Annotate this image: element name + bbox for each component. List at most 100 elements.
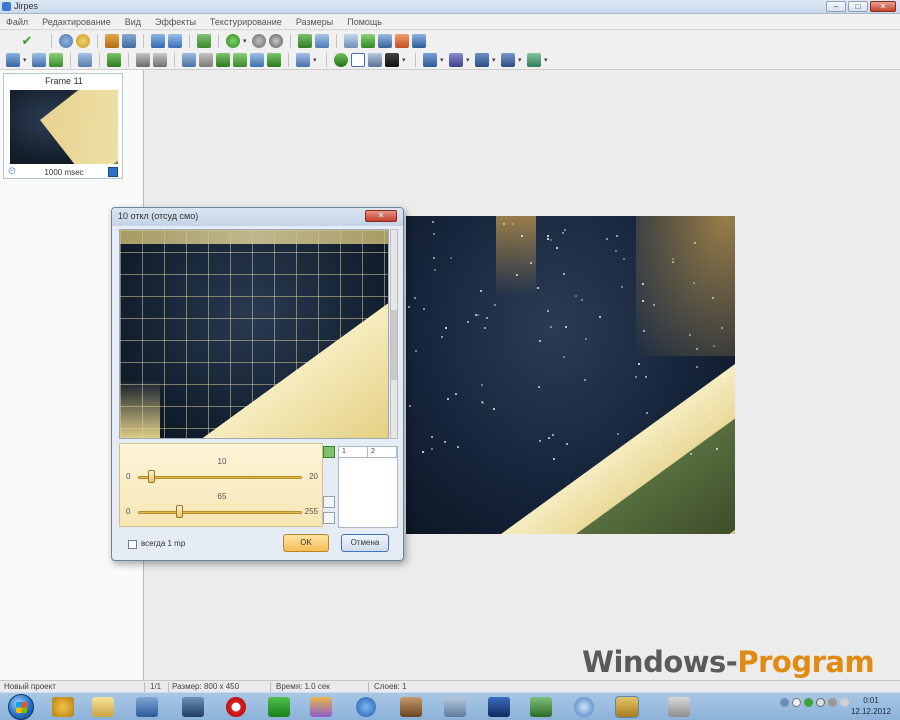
cancel-button[interactable]: Отмена: [341, 534, 389, 552]
slider-1-handle[interactable]: [148, 470, 156, 483]
stamp-dropdown-icon[interactable]: ▾: [402, 56, 408, 64]
cursor-icon[interactable]: [6, 52, 20, 67]
preset-tab-2[interactable]: 2: [368, 447, 397, 458]
menu-texturing[interactable]: Текстурирование: [208, 17, 284, 27]
view-dropdown-icon[interactable]: ▾: [313, 56, 319, 64]
paint-icon[interactable]: [310, 697, 332, 717]
tray-status-icon[interactable]: [804, 698, 813, 707]
dialog-close-button[interactable]: ✕: [365, 210, 397, 222]
main-image-preview[interactable]: [406, 216, 735, 534]
minimize-button[interactable]: –: [826, 1, 846, 12]
layer-icon[interactable]: [182, 52, 196, 67]
dialog-preview-image[interactable]: [119, 229, 389, 439]
blue-rect-icon[interactable]: [351, 52, 365, 67]
rect-icon[interactable]: [233, 52, 247, 67]
opera-icon[interactable]: [226, 697, 246, 717]
layout-icon[interactable]: [199, 52, 213, 67]
bucket-icon[interactable]: [368, 52, 382, 67]
photoshop-icon[interactable]: [488, 697, 510, 717]
effect-dropdown-icon[interactable]: ▾: [544, 56, 550, 64]
menu-help[interactable]: Помощь: [345, 17, 384, 27]
tray-network-icon[interactable]: [828, 698, 837, 707]
frame-panel-icon[interactable]: [267, 52, 281, 67]
palette-icon[interactable]: [395, 34, 409, 48]
color-icon[interactable]: [250, 52, 264, 67]
taskbar-app-icon[interactable]: [52, 697, 74, 717]
tray-arrow-icon[interactable]: [780, 698, 789, 707]
frame-thumbnail-card[interactable]: Frame 11 ⏲ 1000 msec: [3, 73, 123, 179]
tray-flag-icon[interactable]: [792, 698, 801, 707]
apply-checkbox[interactable]: [128, 540, 137, 549]
browser-icon[interactable]: [356, 697, 376, 717]
frame-icon[interactable]: [151, 34, 165, 48]
explorer-icon[interactable]: [92, 697, 114, 717]
effect-icon[interactable]: [527, 52, 541, 67]
scrollbar-thumb[interactable]: [391, 310, 397, 380]
stack-icon[interactable]: [168, 34, 182, 48]
network-icon[interactable]: [182, 697, 204, 717]
panel2-icon[interactable]: [449, 52, 463, 67]
slider-2-track[interactable]: [138, 511, 302, 514]
panel4-icon[interactable]: [501, 52, 515, 67]
play-icon[interactable]: [226, 34, 240, 48]
menu-view[interactable]: Вид: [123, 17, 143, 27]
tray-clock-icon[interactable]: [816, 698, 825, 707]
panel3-icon[interactable]: [475, 52, 489, 67]
close-button[interactable]: ✕: [870, 1, 896, 12]
panel2-dropdown-icon[interactable]: ▾: [466, 56, 472, 64]
preset-list-icon[interactable]: [323, 496, 335, 508]
play-dropdown-icon[interactable]: ▾: [243, 37, 249, 45]
layers-icon[interactable]: [412, 34, 426, 48]
gimp-icon[interactable]: [400, 697, 422, 717]
stamp-icon[interactable]: [385, 52, 399, 67]
brush-icon[interactable]: [344, 34, 358, 48]
menu-file[interactable]: Файл: [4, 17, 30, 27]
menu-sizes[interactable]: Размеры: [294, 17, 335, 27]
panel1-icon[interactable]: [423, 52, 437, 67]
preset-grid-icon[interactable]: [323, 512, 335, 524]
editor-icon[interactable]: [530, 697, 552, 717]
crop-icon[interactable]: [107, 52, 121, 67]
frame-properties-button[interactable]: [108, 167, 118, 177]
select-icon[interactable]: [315, 34, 329, 48]
ok-button[interactable]: OK: [283, 534, 329, 552]
rotate-icon[interactable]: [136, 52, 150, 67]
add-preset-icon[interactable]: [323, 446, 335, 458]
save-icon[interactable]: [32, 52, 46, 67]
grid-icon[interactable]: [378, 34, 392, 48]
apply-check-icon[interactable]: ✔: [20, 34, 34, 48]
panel3-dropdown-icon[interactable]: ▾: [492, 56, 498, 64]
green-shape-icon[interactable]: [334, 52, 348, 67]
image-icon[interactable]: [361, 34, 375, 48]
record-icon[interactable]: [252, 34, 266, 48]
green-app-icon[interactable]: [268, 697, 290, 717]
open-icon[interactable]: [59, 34, 73, 48]
align-icon[interactable]: [197, 34, 211, 48]
misc-app-icon[interactable]: [668, 697, 690, 717]
menu-edit[interactable]: Редактирование: [40, 17, 113, 27]
zoom-icon[interactable]: [298, 34, 312, 48]
stop-icon[interactable]: [269, 34, 283, 48]
paste-icon[interactable]: [122, 34, 136, 48]
view-icon[interactable]: [296, 52, 310, 67]
dialog-preview-scrollbar[interactable]: [390, 229, 398, 439]
slider-2-handle[interactable]: [176, 505, 183, 518]
arrow-icon[interactable]: [78, 52, 92, 67]
export-icon[interactable]: [49, 52, 63, 67]
start-button[interactable]: [8, 694, 34, 720]
taskbar-clock[interactable]: 0:01 12.12.2012: [846, 695, 896, 717]
media-icon[interactable]: [136, 697, 158, 717]
shape-icon[interactable]: [216, 52, 230, 67]
preset-tab-1[interactable]: 1: [339, 447, 368, 458]
panel1-dropdown-icon[interactable]: ▾: [440, 56, 446, 64]
slider-1-track[interactable]: [138, 476, 302, 479]
cursor-dropdown-icon[interactable]: ▾: [23, 56, 29, 64]
copy-icon[interactable]: [105, 34, 119, 48]
maximize-button[interactable]: □: [848, 1, 868, 12]
undo-icon[interactable]: [76, 34, 90, 48]
panel4-dropdown-icon[interactable]: ▾: [518, 56, 524, 64]
active-app-icon[interactable]: [615, 696, 639, 718]
menu-effects[interactable]: Эффекты: [153, 17, 198, 27]
firefox-icon[interactable]: [574, 697, 594, 717]
tool-icon[interactable]: [444, 697, 466, 717]
